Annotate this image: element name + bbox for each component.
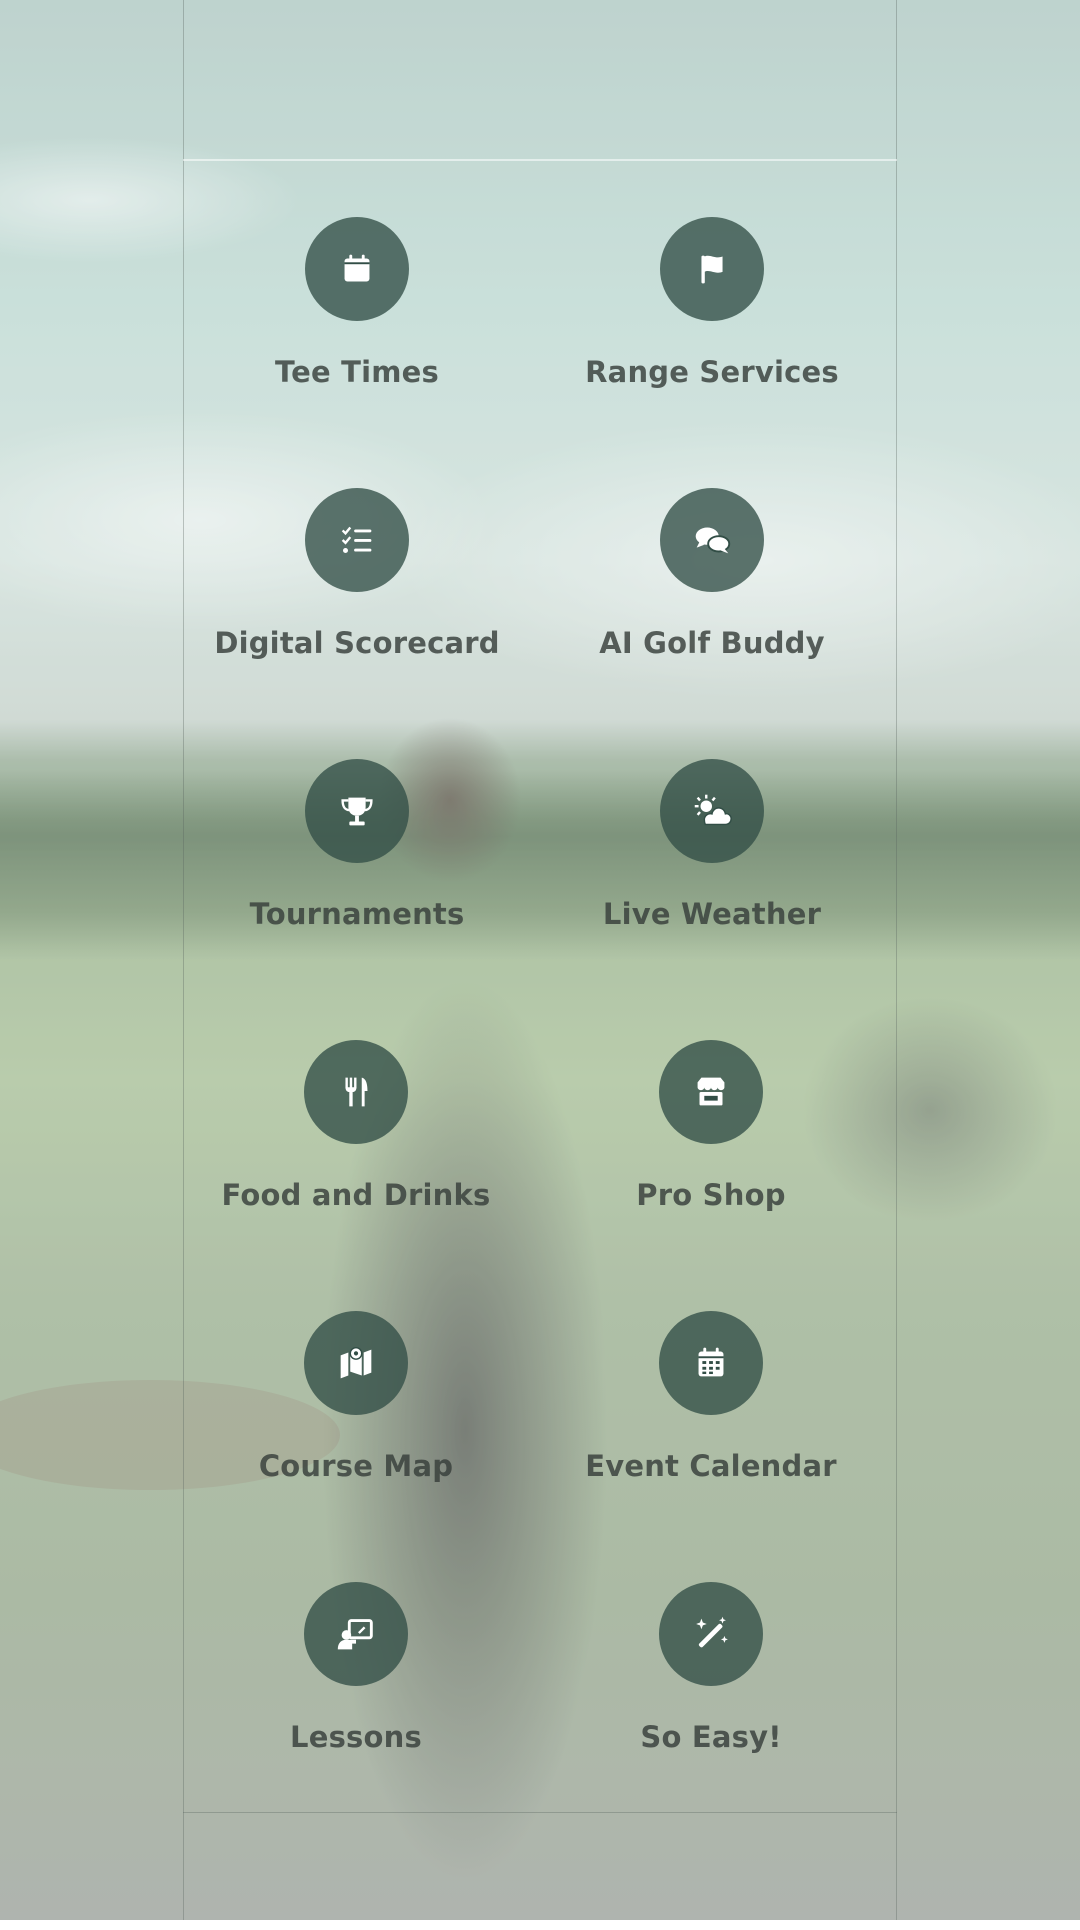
menu-item-course-map[interactable]: Course Map <box>178 1311 534 1541</box>
checklist-icon <box>305 488 409 592</box>
menu-item-tee-times[interactable]: Tee Times <box>179 217 535 447</box>
menu-item-event-calendar[interactable]: Event Calendar <box>533 1311 889 1541</box>
menu-item-label: So Easy! <box>640 1720 782 1754</box>
menu-item-label: Course Map <box>258 1449 454 1483</box>
menu-item-label: Event Calendar <box>585 1449 837 1483</box>
menu-item-label: AI Golf Buddy <box>599 626 825 660</box>
menu-item-label: Digital Scorecard <box>214 626 500 660</box>
calendar-grid-icon <box>659 1311 763 1415</box>
menu-item-lessons[interactable]: Lessons <box>178 1582 534 1812</box>
calendar-icon <box>305 217 409 321</box>
presentation-icon <box>304 1582 408 1686</box>
store-icon <box>659 1040 763 1144</box>
map-icon <box>304 1311 408 1415</box>
menu-item-label: Pro Shop <box>636 1178 786 1212</box>
menu-item-label: Tournaments <box>249 897 465 931</box>
magic-wand-icon <box>659 1582 763 1686</box>
menu-item-label: Food and Drinks <box>221 1178 491 1212</box>
menu-item-range-services[interactable]: Range Services <box>534 217 890 447</box>
flag-icon <box>660 217 764 321</box>
trophy-icon <box>305 759 409 863</box>
menu-item-food-and-drinks[interactable]: Food and Drinks <box>178 1040 534 1270</box>
menu-item-so-easy[interactable]: So Easy! <box>533 1582 889 1812</box>
header-divider <box>183 159 897 161</box>
menu-item-label: Range Services <box>585 355 839 389</box>
menu-item-digital-scorecard[interactable]: Digital Scorecard <box>179 488 535 718</box>
menu-item-ai-golf-buddy[interactable]: AI Golf Buddy <box>534 488 890 718</box>
menu-item-label: Lessons <box>290 1720 422 1754</box>
footer-divider <box>183 1812 897 1813</box>
chat-bubbles-icon <box>660 488 764 592</box>
utensils-icon <box>304 1040 408 1144</box>
menu-item-live-weather[interactable]: Live Weather <box>534 759 890 989</box>
menu-item-label: Tee Times <box>274 355 440 389</box>
menu-item-label: Live Weather <box>602 897 822 931</box>
sun-cloud-icon <box>660 759 764 863</box>
frame-right-line <box>896 0 897 1920</box>
menu-item-tournaments[interactable]: Tournaments <box>179 759 535 989</box>
menu-item-pro-shop[interactable]: Pro Shop <box>533 1040 889 1270</box>
